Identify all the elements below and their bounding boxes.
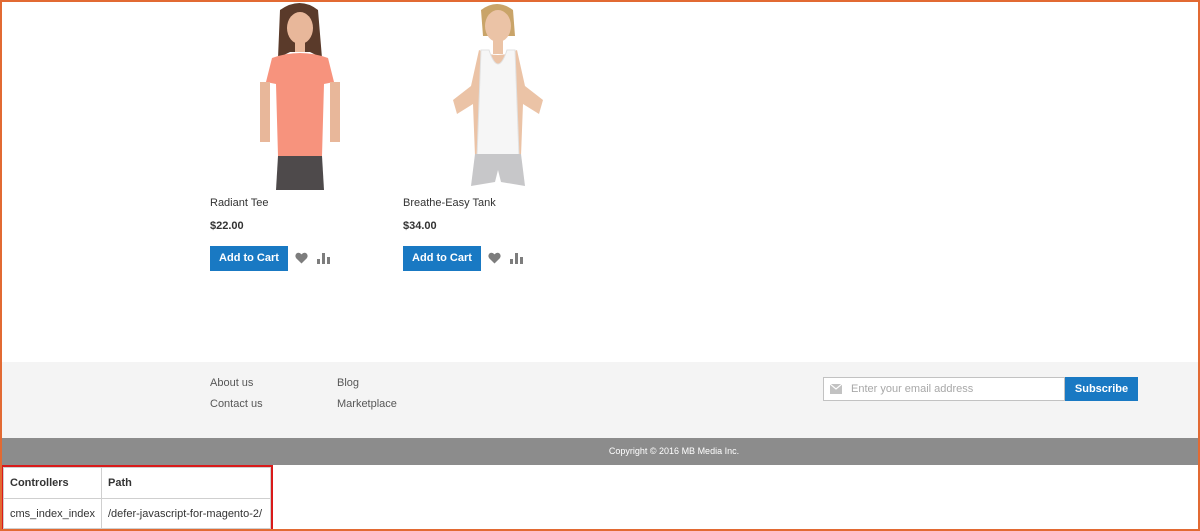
footer-link-marketplace[interactable]: Marketplace: [337, 398, 397, 410]
heart-icon[interactable]: [295, 252, 308, 264]
heart-icon[interactable]: [488, 252, 501, 264]
subscribe-button[interactable]: Subscribe: [1065, 377, 1138, 401]
column-header-path: Path: [101, 467, 271, 499]
path-cell: /defer-javascript-for-magento-2/: [101, 498, 271, 529]
copyright-text: Copyright © 2016 MB Media Inc.: [608, 446, 740, 456]
newsletter-email-input[interactable]: Enter your email address: [823, 377, 1065, 401]
copyright-bar: Copyright © 2016 MB Media Inc.: [0, 438, 1200, 465]
table-row: cms_index_index /defer-javascript-for-ma…: [3, 498, 271, 529]
product-name[interactable]: Radiant Tee: [210, 197, 269, 209]
debug-table: Controllers Path cms_index_index /defer-…: [3, 467, 271, 529]
product-photo[interactable]: [443, 0, 553, 190]
newsletter-placeholder: Enter your email address: [851, 383, 974, 395]
compare-icon[interactable]: [510, 252, 523, 264]
product-price: $34.00: [403, 220, 437, 232]
add-to-cart-button[interactable]: Add to Cart: [210, 246, 288, 271]
table-header-row: Controllers Path: [3, 467, 271, 499]
product-price: $22.00: [210, 220, 244, 232]
footer-link-blog[interactable]: Blog: [337, 377, 359, 389]
envelope-icon: [830, 384, 842, 394]
product-name[interactable]: Breathe-Easy Tank: [403, 197, 496, 209]
page-footer: About us Contact us Blog Marketplace Ent…: [0, 362, 1200, 438]
product-photo[interactable]: [250, 0, 350, 190]
controller-path-table: Controllers Path cms_index_index /defer-…: [1, 465, 273, 530]
add-to-cart-button[interactable]: Add to Cart: [403, 246, 481, 271]
column-header-controllers: Controllers: [3, 467, 102, 499]
footer-link-contact-us[interactable]: Contact us: [210, 398, 263, 410]
footer-link-about-us[interactable]: About us: [210, 377, 253, 389]
compare-icon[interactable]: [317, 252, 330, 264]
controller-cell: cms_index_index: [3, 498, 102, 529]
